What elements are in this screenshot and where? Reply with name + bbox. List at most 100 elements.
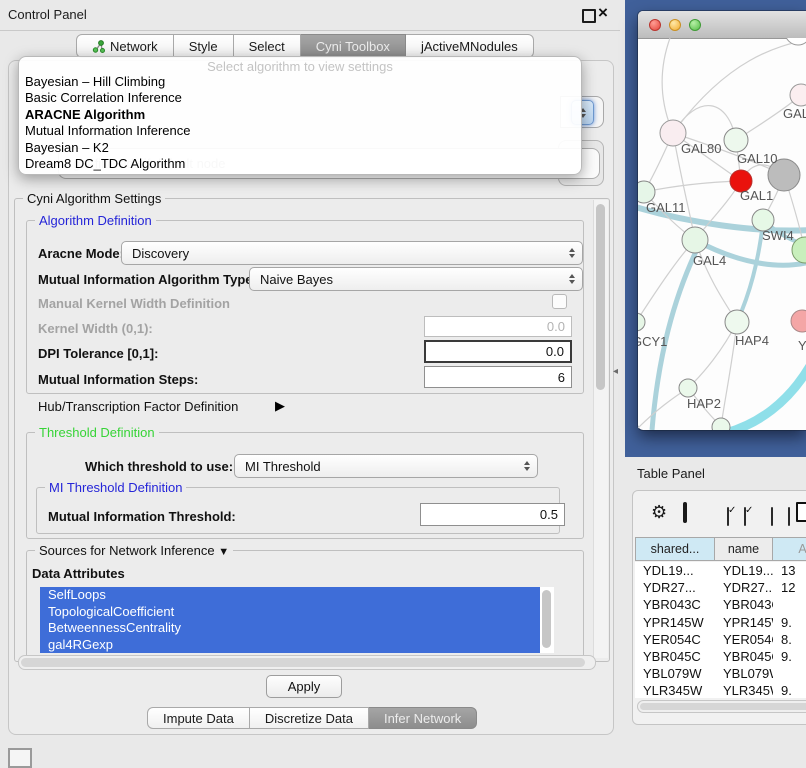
manual-kernel-width-checkbox[interactable] [552, 294, 567, 309]
checkbox-checked-icon[interactable] [744, 507, 746, 526]
node-hap2[interactable] [679, 379, 697, 397]
column-header[interactable]: name [715, 537, 773, 561]
settings-hscrollbar-track[interactable] [18, 655, 596, 670]
columns-icon[interactable] [683, 502, 687, 523]
network-icon [92, 40, 105, 53]
table-row[interactable]: YDR27...YDR27...12 [635, 579, 806, 596]
tab-cyni-toolbox[interactable]: Cyni Toolbox [301, 34, 406, 58]
node-label: HAP4 [735, 333, 769, 348]
bottom-tabbar: Impute Data Discretize Data Infer Networ… [147, 707, 477, 729]
checkbox-unchecked-icon[interactable] [788, 507, 790, 526]
group-title: Algorithm Definition [35, 213, 156, 228]
table-hscrollbar-thumb[interactable] [640, 703, 806, 710]
split-pane-collapse-icon[interactable]: ◂ [613, 366, 618, 377]
network-window[interactable]: GAL GAL80 GAL10 GAL1 GAL11 SWI4 GAL4 GCY… [638, 11, 806, 430]
algorithm-option-selected[interactable]: ARACNE Algorithm [19, 107, 581, 123]
control-panel-titlebar: Control Panel × [0, 0, 620, 31]
settings-scrollbar-track[interactable] [593, 200, 608, 658]
which-threshold-value: MI Threshold [245, 459, 321, 474]
tab-label: jActiveMNodules [421, 39, 518, 54]
algorithm-option[interactable]: Mutual Information Inference [19, 123, 581, 139]
tab-label: Impute Data [163, 711, 234, 726]
tab-style[interactable]: Style [174, 34, 234, 58]
tab-label: Discretize Data [265, 711, 353, 726]
node-label: GCY1 [638, 334, 667, 349]
table-row[interactable]: YPR145WYPR145W9. [635, 614, 806, 631]
which-threshold-label: Which threshold to use: [85, 459, 233, 474]
aracne-mode-label: Aracne Mode: [38, 246, 124, 261]
algorithm-option[interactable]: Bayesian – K2 [19, 140, 581, 156]
list-item[interactable]: gal4RGexp [40, 637, 540, 654]
import-table-icon[interactable] [796, 502, 806, 522]
minimized-panel-icon[interactable] [8, 748, 32, 768]
table-row[interactable]: YDL19...YDL19...13 [635, 562, 806, 579]
node-label: GAL11 [646, 200, 686, 215]
network-canvas[interactable]: GAL GAL80 GAL10 GAL1 GAL11 SWI4 GAL4 GCY… [638, 38, 806, 430]
expand-right-icon[interactable]: ▶ [275, 398, 285, 414]
group-title: Sources for Network Inference ▼ [35, 543, 233, 558]
table-row[interactable]: YLR345WYLR345W9. [635, 682, 806, 698]
algorithm-option[interactable]: Basic Correlation Inference [19, 90, 581, 106]
node-label: GAL4 [693, 253, 726, 268]
float-window-icon[interactable] [582, 9, 596, 23]
network-window-titlebar[interactable] [638, 11, 806, 39]
table-hscrollbar-track[interactable] [637, 700, 806, 713]
column-header[interactable]: A [773, 537, 806, 561]
list-scrollbar-thumb[interactable] [542, 590, 551, 648]
aracne-mode-value: Discovery [132, 246, 189, 261]
minimize-traffic-light-icon[interactable] [669, 19, 681, 31]
apply-label: Apply [288, 679, 321, 694]
control-panel-tabbar: Network Style Select Cyni Toolbox jActiv… [76, 34, 534, 58]
list-item[interactable]: BetweennessCentrality [40, 620, 540, 637]
close-icon[interactable]: × [598, 3, 608, 23]
node-gal10[interactable] [724, 128, 748, 152]
tab-discretize-data[interactable]: Discretize Data [250, 707, 369, 729]
node-label: SWI4 [762, 228, 794, 243]
list-item[interactable]: SelfLoops [40, 587, 540, 604]
apply-button[interactable]: Apply [266, 675, 342, 698]
table-panel: ⚙ shared... name A YDL19...YDL19...13 YD… [632, 490, 806, 725]
tab-select[interactable]: Select [234, 34, 301, 58]
settings-hscrollbar-thumb[interactable] [21, 658, 585, 667]
table-panel-title: Table Panel [637, 466, 705, 481]
aracne-mode-combobox[interactable]: Discovery [121, 241, 583, 265]
dpi-tolerance-field[interactable] [424, 340, 572, 363]
tab-impute-data[interactable]: Impute Data [147, 707, 250, 729]
checkbox-checked-icon[interactable] [727, 507, 729, 526]
settings-scrollbar-thumb[interactable] [596, 204, 605, 390]
data-attributes-list[interactable]: SelfLoops TopologicalCoefficient Between… [40, 587, 554, 653]
mi-algorithm-type-combobox[interactable]: Naive Bayes [249, 267, 583, 291]
table-row[interactable]: YER054CYER054C8. [635, 631, 806, 648]
which-threshold-combobox[interactable]: MI Threshold [234, 454, 538, 478]
zoom-traffic-light-icon[interactable] [689, 19, 701, 31]
column-header[interactable]: shared... [635, 537, 715, 561]
node-label: GAL10 [737, 151, 777, 166]
list-item[interactable]: TopologicalCoefficient [40, 604, 540, 621]
node-salmon[interactable] [791, 310, 806, 332]
tab-infer-network[interactable]: Infer Network [369, 707, 477, 729]
mi-steps-field[interactable] [424, 366, 572, 388]
tab-network[interactable]: Network [76, 34, 174, 58]
kernel-width-field[interactable] [424, 316, 572, 337]
node-gal4[interactable] [682, 227, 708, 253]
tab-label: Style [189, 39, 218, 54]
close-traffic-light-icon[interactable] [649, 19, 661, 31]
tab-jactivemnodules[interactable]: jActiveMNodules [406, 34, 534, 58]
node-label: Y [798, 338, 806, 353]
node-hap4[interactable] [725, 310, 749, 334]
gear-icon[interactable]: ⚙ [651, 504, 667, 522]
algorithm-option[interactable]: Bayesian – Hill Climbing [19, 74, 581, 90]
node-gcy1[interactable] [638, 313, 645, 331]
group-title: Threshold Definition [35, 425, 159, 440]
table-header-row: shared... name A [635, 537, 806, 562]
table-row[interactable]: YBR043CYBR043C [635, 596, 806, 613]
checkbox-unchecked-icon[interactable] [771, 507, 773, 526]
hub-definition-label: Hub/Transcription Factor Definition [38, 399, 238, 414]
table-body[interactable]: YDL19...YDL19...13 YDR27...YDR27...12 YB… [635, 562, 806, 698]
table-row[interactable]: YBL079WYBL079W [635, 665, 806, 682]
table-row[interactable]: YBR045CYBR045C9. [635, 648, 806, 665]
mi-threshold-field[interactable] [420, 503, 565, 526]
collapse-down-icon[interactable]: ▼ [218, 546, 229, 558]
group-title: MI Threshold Definition [45, 480, 186, 495]
algorithm-option[interactable]: Dream8 DC_TDC Algorithm [19, 156, 581, 172]
